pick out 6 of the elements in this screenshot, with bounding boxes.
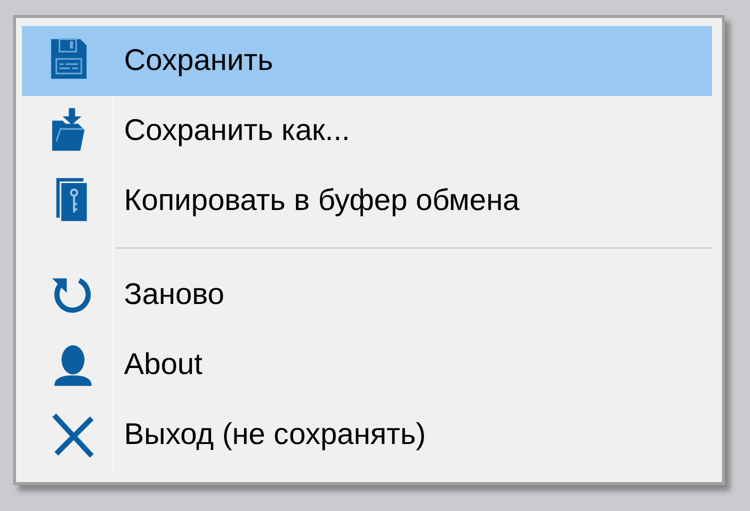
menu-item[interactable]: Выход (не сохранять) (22, 400, 712, 470)
menu-item[interactable]: Копировать в буфер обмена (22, 166, 712, 236)
menu-item[interactable]: Сохранить (22, 26, 712, 96)
menu-item[interactable]: Заново (22, 260, 712, 330)
menu-item[interactable]: Сохранить как... (22, 96, 712, 166)
menu-item[interactable]: About (22, 330, 712, 400)
